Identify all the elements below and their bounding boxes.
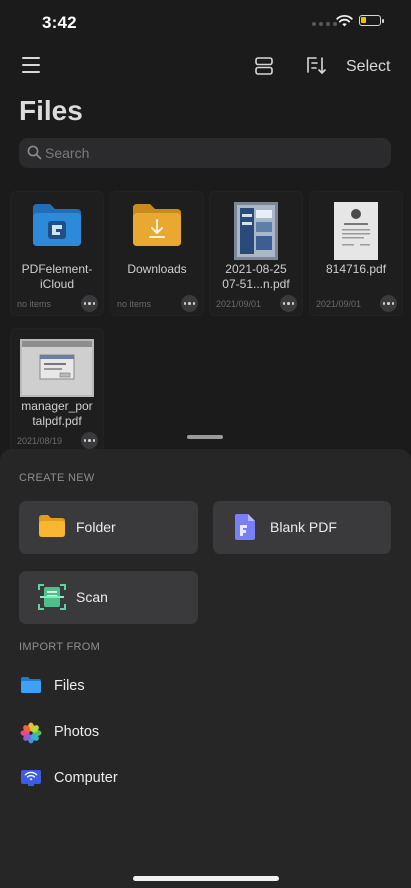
status-bar: 3:42 (0, 0, 411, 46)
file-tile-downloads[interactable]: Downloads no items (110, 191, 204, 316)
import-photos-item[interactable]: Photos (0, 712, 411, 752)
file-name: manager_por talpdf.pdf (21, 399, 93, 428)
menu-icon[interactable] (22, 57, 40, 73)
card-label: Folder (76, 519, 116, 535)
more-options-icon[interactable] (181, 295, 198, 312)
page-title: Files (19, 95, 83, 126)
file-meta: 2021/09/01 (216, 299, 262, 309)
scan-button[interactable]: Scan (19, 571, 198, 624)
battery-icon (359, 15, 384, 26)
view-layout-icon[interactable] (254, 56, 274, 76)
photos-app-icon (20, 722, 42, 744)
file-tile-814716[interactable]: 814716.pdf 2021/09/01 (309, 191, 403, 316)
pdf-thumbnail-icon (20, 339, 94, 397)
battery-level (361, 17, 366, 23)
cellular-signal-icon (312, 22, 337, 26)
import-label: Computer (54, 770, 118, 786)
create-blank-pdf-button[interactable]: Blank PDF (213, 501, 391, 554)
sheet-drag-handle[interactable] (187, 435, 223, 439)
file-meta: 2021/08/19 (17, 436, 63, 446)
toolbar: Select (0, 50, 411, 84)
more-options-icon[interactable] (280, 295, 297, 312)
import-label: Files (54, 678, 85, 694)
import-from-label: IMPORT FROM (19, 641, 101, 653)
select-button[interactable]: Select (346, 58, 390, 76)
file-tile-2021-08-25[interactable]: 2021-08-25 07-51...n.pdf 2021/09/01 (209, 191, 303, 316)
create-import-sheet: CREATE NEW Folder Blank PDF Scan IMPORT … (0, 449, 411, 888)
card-label: Blank PDF (270, 519, 337, 535)
home-indicator (133, 876, 279, 881)
file-name: Downloads (127, 262, 187, 276)
wifi-icon (336, 14, 353, 27)
thumbnail (210, 202, 302, 260)
create-new-label: CREATE NEW (19, 472, 95, 484)
cloud-folder-icon (33, 204, 81, 246)
file-meta: no items (117, 299, 152, 309)
file-name: PDFelement-iCloud (21, 262, 93, 291)
search-bar (19, 138, 391, 168)
file-name: 814716.pdf (325, 262, 387, 276)
create-folder-button[interactable]: Folder (19, 501, 198, 554)
import-files-item[interactable]: Files (0, 666, 411, 706)
thumbnail (310, 202, 402, 260)
folder-icon (39, 515, 65, 537)
import-label: Photos (54, 724, 100, 740)
scan-icon (38, 584, 66, 610)
file-name: 2021-08-25 07-51...n.pdf (222, 262, 290, 291)
thumbnail (11, 339, 103, 397)
more-options-icon[interactable] (380, 295, 397, 312)
blank-pdf-icon (235, 514, 255, 540)
thumbnail (111, 202, 203, 258)
files-app-icon (21, 677, 41, 693)
thumbnail (11, 202, 103, 258)
search-icon (27, 145, 42, 160)
file-tile-pdfelement-icloud[interactable]: PDFelement-iCloud no items (10, 191, 104, 316)
search-input[interactable] (45, 138, 375, 168)
file-tile-manager-portalpdf[interactable]: manager_por talpdf.pdf 2021/08/19 (10, 328, 104, 453)
file-meta: no items (17, 299, 52, 309)
more-options-icon[interactable] (81, 432, 98, 449)
computer-wifi-icon (21, 770, 41, 786)
downloads-folder-icon (133, 204, 181, 246)
sort-icon[interactable] (305, 55, 327, 77)
card-label: Scan (76, 589, 108, 605)
pdf-thumbnail-icon (234, 202, 278, 260)
more-options-icon[interactable] (81, 295, 98, 312)
status-time: 3:42 (42, 13, 77, 32)
import-computer-item[interactable]: Computer (0, 758, 411, 798)
pdf-thumbnail-icon (334, 202, 378, 260)
file-meta: 2021/09/01 (316, 299, 362, 309)
